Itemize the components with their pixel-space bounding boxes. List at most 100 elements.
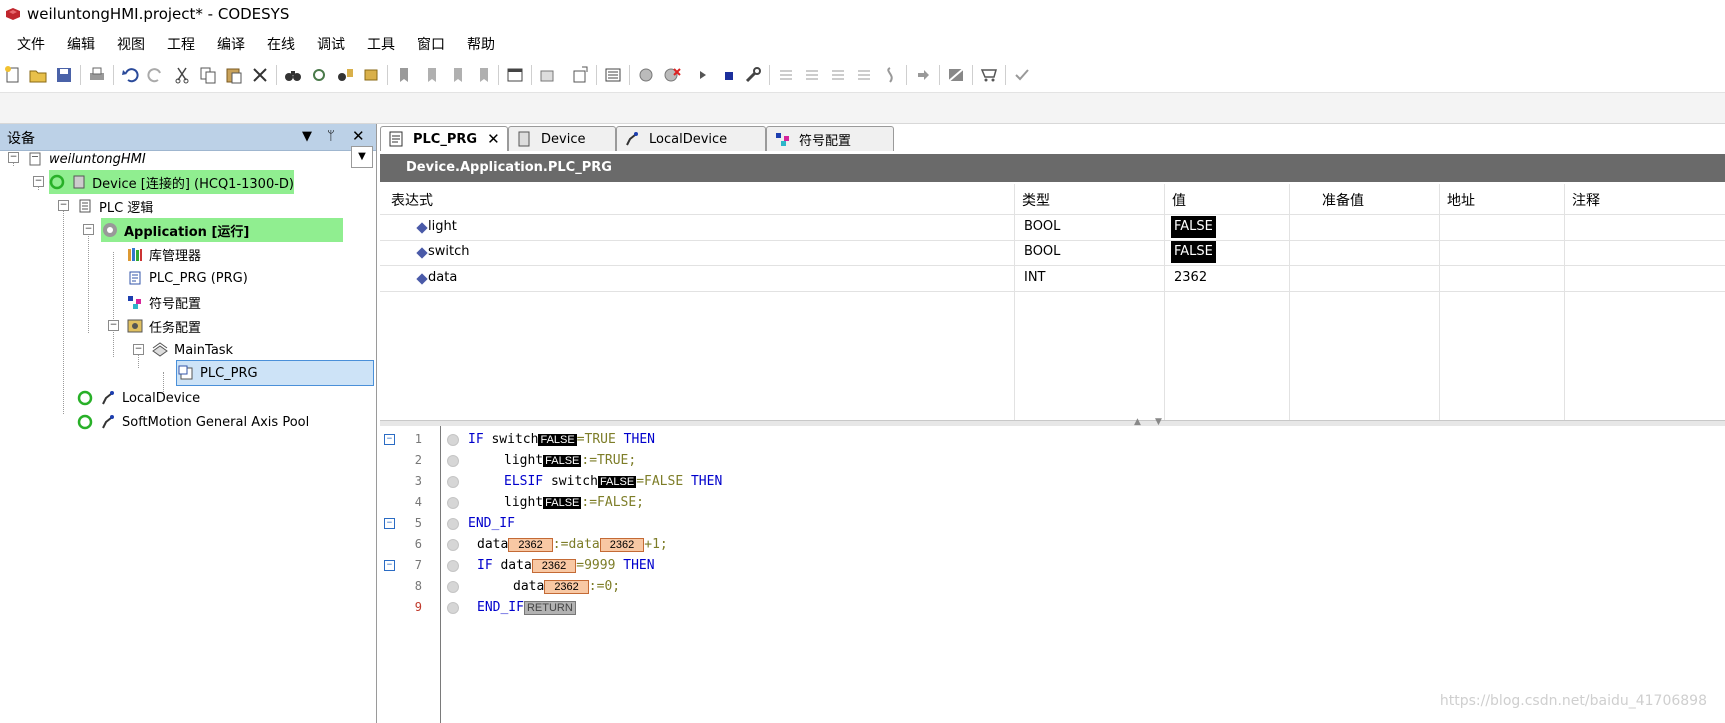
tab-close-icon[interactable]: ✕ [487, 130, 500, 148]
inline-value-chip[interactable]: 2362 [531, 559, 577, 573]
inline-value-chip[interactable]: FALSE [538, 434, 577, 446]
inline-value-chip[interactable]: FALSE [597, 476, 637, 488]
pin-icon[interactable]: ᛘ [327, 129, 335, 144]
replace-icon[interactable] [334, 64, 356, 86]
save-icon[interactable] [53, 64, 75, 86]
menu-online[interactable]: 在线 [267, 34, 295, 54]
column-header-prepared-value[interactable]: 准备值 [1322, 190, 1364, 210]
force-values-icon[interactable] [978, 64, 1000, 86]
bookmark-icon[interactable] [393, 64, 415, 86]
breakpoint-marker[interactable] [447, 455, 459, 467]
tab-plc-prg[interactable]: PLC_PRG ✕ [380, 126, 508, 151]
show-current-statement-icon[interactable] [912, 64, 934, 86]
tree-collapse-icon[interactable]: − [83, 224, 94, 235]
menu-build[interactable]: 编译 [217, 34, 245, 54]
code-editor[interactable]: − − − 1 2 3 4 5 6 7 8 9 IF switch FALSE =T… [380, 426, 1725, 723]
fold-icon[interactable]: − [384, 518, 395, 529]
bookmark-next-icon[interactable] [445, 64, 467, 86]
inline-value-chip[interactable]: FALSE [543, 455, 582, 467]
tree-item-main-task[interactable]: MainTask [151, 338, 233, 362]
variable-value[interactable]: FALSE [1171, 241, 1216, 263]
fold-icon[interactable]: − [384, 560, 395, 571]
tree-item-local-device[interactable]: LocalDevice [76, 386, 200, 410]
column-header-comment[interactable]: 注释 [1572, 190, 1600, 210]
table-row[interactable]: switch BOOL FALSE [380, 240, 1725, 266]
table-row[interactable]: data INT 2362 [380, 266, 1725, 292]
step-over-icon[interactable] [775, 64, 797, 86]
login-icon[interactable] [635, 64, 657, 86]
tab-device[interactable]: Device [508, 126, 616, 151]
find-icon[interactable] [282, 64, 304, 86]
breakpoint-marker[interactable] [447, 476, 459, 488]
menu-file[interactable]: 文件 [17, 34, 45, 54]
paste-icon[interactable] [223, 64, 245, 86]
tree-item-root[interactable]: weiluntongHMI [26, 147, 146, 171]
cut-icon[interactable] [171, 64, 193, 86]
stop-icon[interactable] [718, 64, 740, 86]
menu-help[interactable]: 帮助 [467, 34, 495, 54]
tree-item-plc-logic[interactable]: PLC 逻辑 [76, 194, 153, 218]
tree-item-application[interactable]: Application [运行] [101, 218, 343, 242]
new-file-icon[interactable] [2, 64, 24, 86]
inline-value-chip[interactable]: 2362 [544, 580, 589, 594]
inline-value-chip[interactable]: FALSE [543, 497, 582, 509]
tree-item-library-manager[interactable]: 库管理器 [126, 242, 201, 266]
tab-local-device[interactable]: LocalDevice [616, 126, 766, 151]
breakpoint-marker[interactable] [447, 602, 459, 614]
inline-value-chip[interactable]: 2362 [508, 538, 553, 552]
tab-symbol-config[interactable]: 符号配置 [766, 126, 894, 151]
tree-collapse-icon[interactable]: − [108, 320, 119, 331]
window-list-icon[interactable] [504, 64, 526, 86]
inline-value-chip[interactable]: 2362 [599, 538, 645, 552]
replace-all-icon[interactable] [360, 64, 382, 86]
logout-icon[interactable] [661, 64, 683, 86]
tree-collapse-icon[interactable]: − [133, 344, 144, 355]
variable-value[interactable]: 2362 [1171, 267, 1210, 289]
menu-view[interactable]: 视图 [117, 34, 145, 54]
tree-collapse-icon[interactable]: − [58, 200, 69, 211]
menu-project[interactable]: 工程 [167, 34, 195, 54]
breakpoint-marker[interactable] [447, 560, 459, 572]
tree-item-device[interactable]: Device [连接的] (HCQ1-1300-D) [49, 170, 294, 194]
breakpoint-marker[interactable] [447, 518, 459, 530]
fold-icon[interactable]: − [384, 434, 395, 445]
step-out-icon[interactable] [827, 64, 849, 86]
copy-icon[interactable] [197, 64, 219, 86]
menu-debug[interactable]: 调试 [317, 34, 345, 54]
unforce-icon[interactable] [1011, 64, 1033, 86]
close-icon[interactable]: ✕ [352, 127, 365, 145]
run-to-cursor-icon[interactable] [853, 64, 875, 86]
column-header-type[interactable]: 类型 [1022, 190, 1050, 210]
step-into-icon[interactable] [801, 64, 823, 86]
print-icon[interactable] [86, 64, 108, 86]
build-icon[interactable] [602, 64, 624, 86]
menu-window[interactable]: 窗口 [417, 34, 445, 54]
set-next-statement-icon[interactable] [879, 64, 901, 86]
column-header-address[interactable]: 地址 [1447, 190, 1475, 210]
write-values-icon[interactable] [945, 64, 967, 86]
menu-tools[interactable]: 工具 [367, 34, 395, 54]
column-header-value[interactable]: 值 [1172, 190, 1186, 210]
breakpoint-marker[interactable] [447, 434, 459, 446]
tree-item-softmotion[interactable]: SoftMotion General Axis Pool [76, 410, 309, 434]
tree-item-plc-prg-prg[interactable]: PLC_PRG (PRG) [126, 266, 248, 290]
export-icon[interactable] [569, 64, 591, 86]
tree-collapse-icon[interactable]: − [8, 152, 19, 163]
tree-item-task-config[interactable]: 任务配置 [126, 314, 201, 338]
reset-icon[interactable] [742, 64, 764, 86]
panel-dropdown-icon[interactable]: ▼ [302, 129, 312, 144]
tree-collapse-icon[interactable]: − [33, 176, 44, 187]
breakpoint-marker[interactable] [447, 497, 459, 509]
start-icon[interactable] [692, 64, 714, 86]
tree-item-plc-prg[interactable]: PLC_PRG [176, 360, 374, 386]
breakpoint-marker[interactable] [447, 581, 459, 593]
menu-edit[interactable]: 编辑 [67, 34, 95, 54]
table-row[interactable]: light BOOL FALSE [380, 214, 1725, 241]
column-header-expression[interactable]: 表达式 [391, 190, 433, 210]
bookmark-clear-icon[interactable] [471, 64, 493, 86]
bookmark-prev-icon[interactable] [419, 64, 441, 86]
open-folder-icon[interactable] [27, 64, 49, 86]
delete-icon[interactable] [249, 64, 271, 86]
tree-item-symbol-config[interactable]: 符号配置 [126, 290, 201, 314]
redo-icon[interactable] [145, 64, 167, 86]
